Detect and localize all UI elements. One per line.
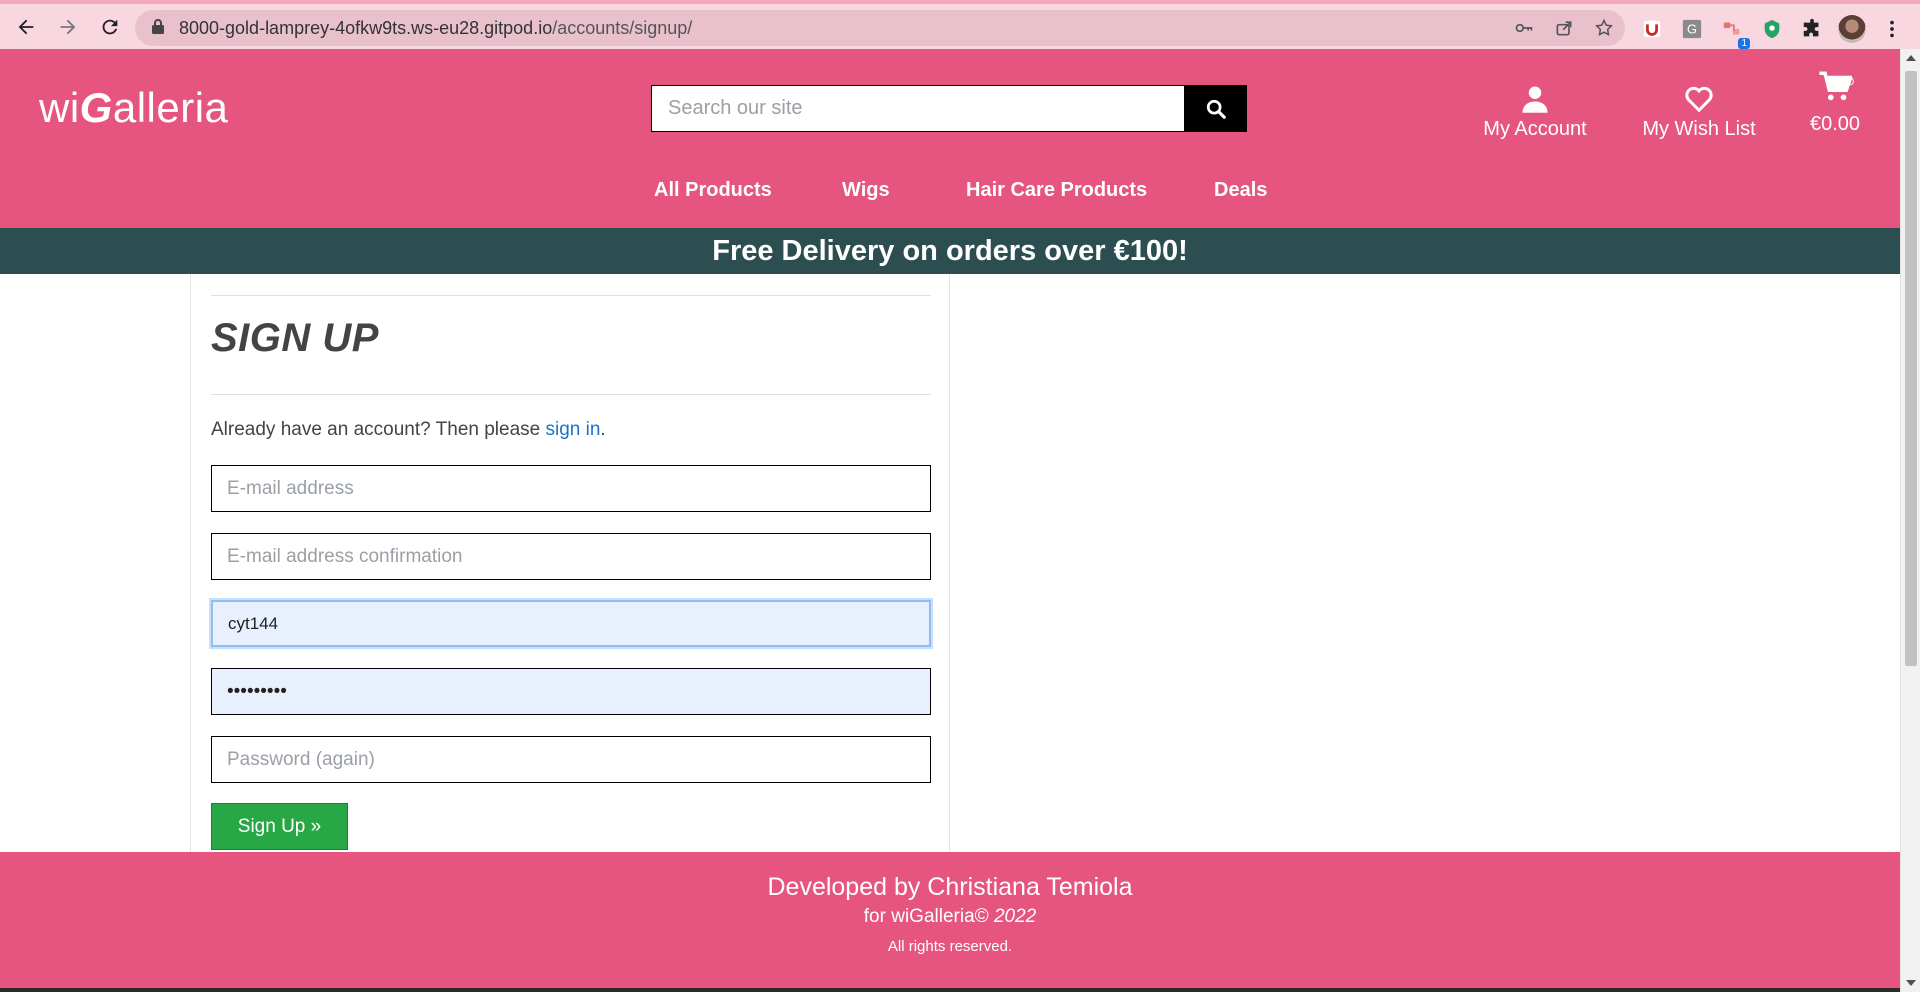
footer-for: for wiGalleria© 2022 <box>0 906 1900 928</box>
grammar-extension-icon[interactable]: G <box>1678 15 1706 43</box>
kebab-menu-icon[interactable] <box>1878 15 1906 43</box>
delivery-banner: Free Delivery on orders over €100! <box>0 228 1900 274</box>
user-icon <box>1522 86 1548 113</box>
scroll-up-arrow-icon[interactable] <box>1906 55 1916 61</box>
password-again-field[interactable] <box>211 736 931 783</box>
my-account-label: My Account <box>1483 118 1587 140</box>
logo-g: G <box>79 84 113 131</box>
page-scrollbar[interactable] <box>1900 49 1920 992</box>
nav-hair-care-products[interactable]: Hair Care Products <box>966 179 1147 202</box>
security-extension-icon[interactable] <box>1758 15 1786 43</box>
logo-suffix: alleria <box>112 84 229 131</box>
star-icon[interactable] <box>1591 15 1617 41</box>
nav-all-products[interactable]: All Products <box>654 179 772 202</box>
username-field[interactable] <box>211 600 931 647</box>
reload-icon <box>102 19 118 34</box>
wish-list-label: My Wish List <box>1642 118 1756 140</box>
cart-count: 0 <box>1848 76 1855 88</box>
sign-up-button[interactable]: Sign Up » <box>211 803 348 850</box>
cart-link[interactable]: 0 €0.00 <box>1805 69 1865 136</box>
my-account-link[interactable]: My Account <box>1480 84 1590 141</box>
nav-wigs[interactable]: Wigs <box>842 179 890 202</box>
signin-prompt-suffix: . <box>600 419 606 440</box>
extension-badge: 1 <box>1738 38 1750 49</box>
profile-avatar[interactable] <box>1838 15 1866 43</box>
key-icon[interactable] <box>1511 15 1537 41</box>
address-bar[interactable]: 8000-gold-lamprey-4ofkw9ts.ws-eu28.gitpo… <box>135 10 1625 46</box>
reload-button[interactable] <box>90 7 130 47</box>
footer-developer: Developed by Christiana Temiola <box>767 873 1133 901</box>
email-field[interactable] <box>211 465 931 512</box>
url-path: /accounts/signup/ <box>552 17 693 38</box>
network-extension-icon[interactable]: 1 <box>1718 15 1750 49</box>
sign-in-link[interactable]: sign in <box>546 419 601 440</box>
divider <box>211 394 931 395</box>
footer-year: 2022 <box>993 906 1037 927</box>
nav-deals[interactable]: Deals <box>1214 179 1267 202</box>
delivery-banner-text: Free Delivery on orders over €100! <box>712 234 1188 267</box>
password-field[interactable] <box>211 668 931 715</box>
lock-icon <box>151 18 165 39</box>
cart-total: €0.00 <box>1809 113 1861 135</box>
signin-prompt: Already have an account? Then please sig… <box>211 419 606 441</box>
page-title: SIGN UP <box>211 316 379 360</box>
arrow-left-icon <box>18 19 34 34</box>
back-button[interactable] <box>6 7 46 47</box>
arrow-right-icon <box>60 19 76 34</box>
wish-list-link[interactable]: My Wish List <box>1637 84 1761 141</box>
site-logo[interactable]: wiGalleria <box>39 84 228 132</box>
puzzle-icon[interactable] <box>1798 15 1826 43</box>
search-icon <box>1206 99 1226 119</box>
search-button[interactable] <box>1185 85 1247 132</box>
taskbar-edge <box>0 988 1900 992</box>
browser-toolbar: 8000-gold-lamprey-4ofkw9ts.ws-eu28.gitpo… <box>0 0 1920 49</box>
signin-prompt-text: Already have an account? Then please <box>211 419 546 440</box>
email-confirmation-field[interactable] <box>211 533 931 580</box>
shield-extension-icon[interactable] <box>1638 15 1666 43</box>
svg-text:G: G <box>1687 22 1697 37</box>
forward-button[interactable] <box>48 7 88 47</box>
search-input[interactable] <box>651 85 1185 132</box>
cart-icon <box>1819 71 1854 101</box>
share-icon[interactable] <box>1551 15 1577 41</box>
scroll-thumb[interactable] <box>1905 71 1917 666</box>
site-footer: Developed by Christiana Temiola for wiGa… <box>0 852 1900 992</box>
footer-for-text: for wiGalleria© <box>863 906 994 927</box>
url-text: 8000-gold-lamprey-4ofkw9ts.ws-eu28.gitpo… <box>179 18 692 39</box>
footer-rights: All rights reserved. <box>887 938 1013 955</box>
divider <box>211 295 931 296</box>
heart-icon <box>1685 86 1713 113</box>
search-form <box>651 85 1247 132</box>
site-header: wiGalleria My Account My Wish List 0 €0.… <box>0 49 1900 228</box>
logo-prefix: wi <box>39 84 80 131</box>
url-host: 8000-gold-lamprey-4ofkw9ts.ws-eu28.gitpo… <box>179 17 553 38</box>
cart-icon-box: 0 <box>1818 69 1855 113</box>
signup-panel: SIGN UP Already have an account? Then pl… <box>190 274 950 852</box>
scroll-down-arrow-icon[interactable] <box>1906 980 1916 986</box>
